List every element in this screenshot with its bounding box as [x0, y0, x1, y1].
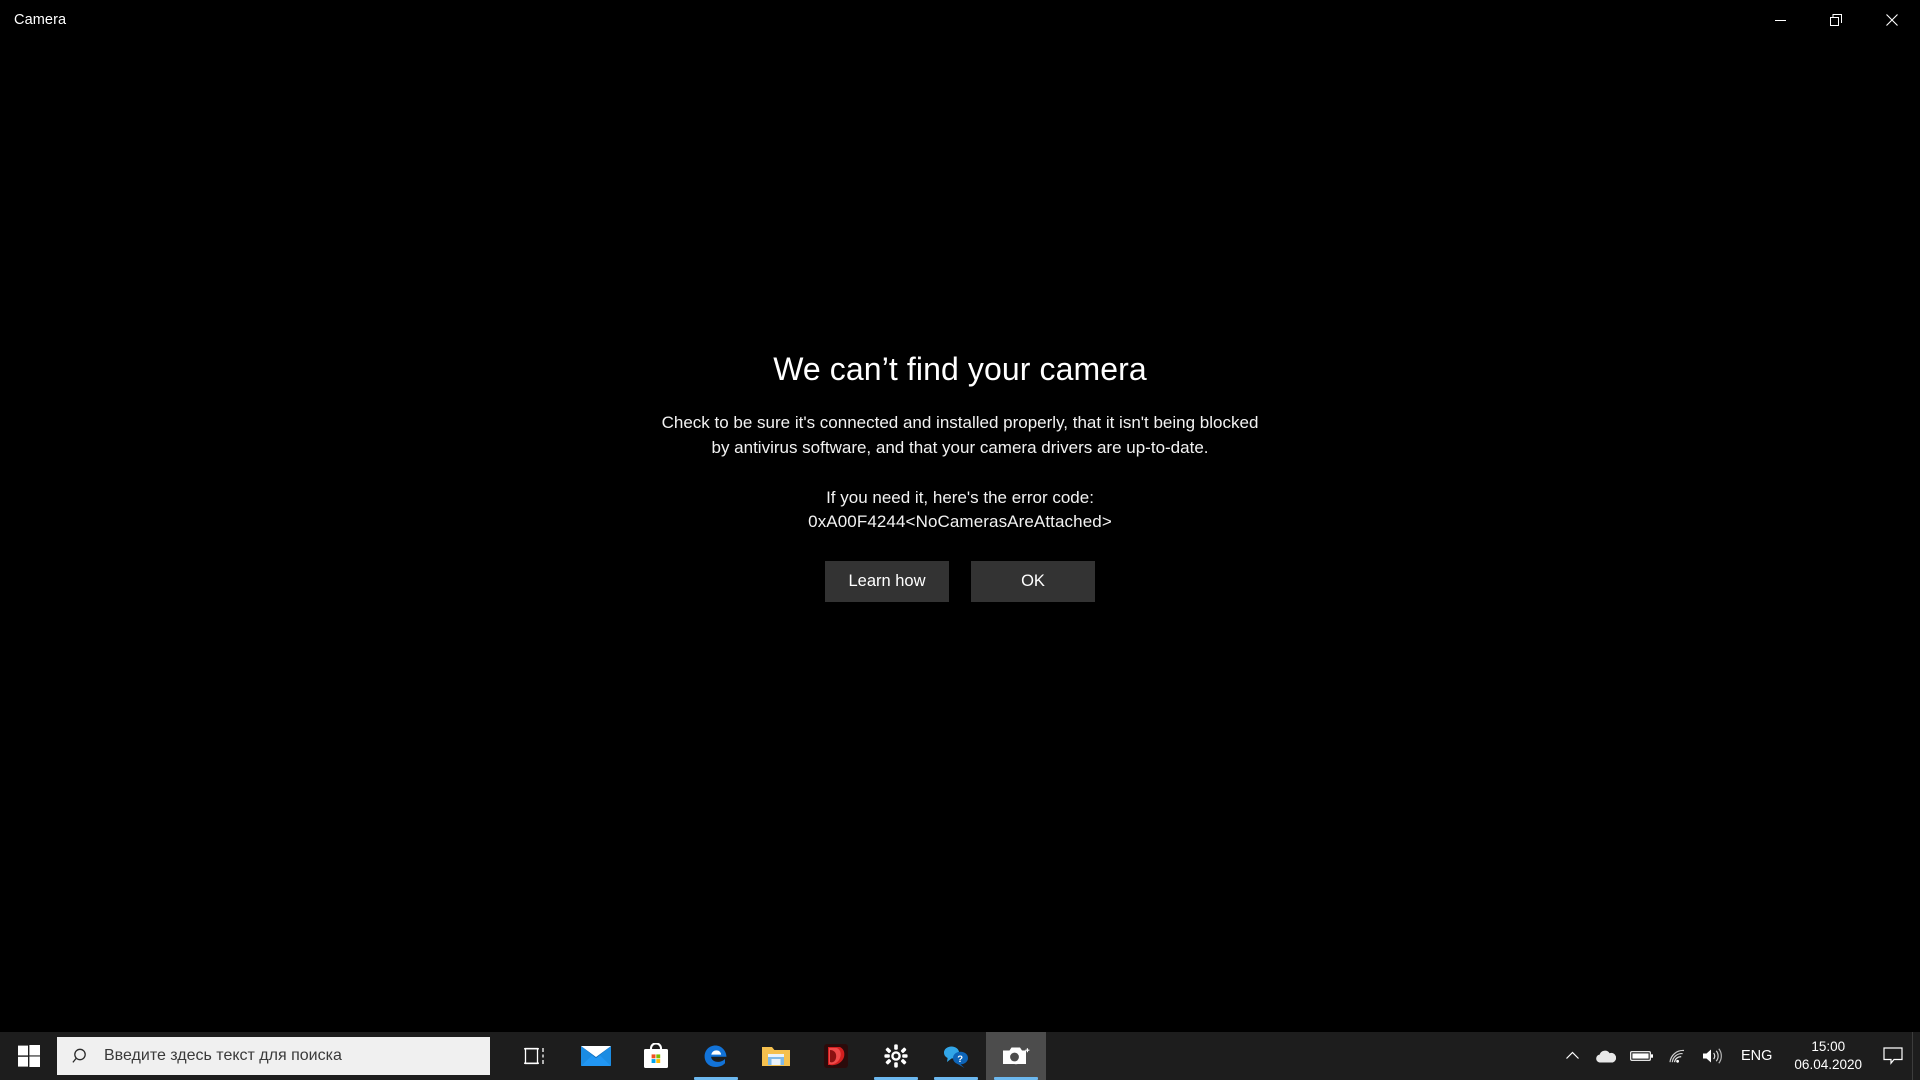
start-button[interactable] [0, 1032, 57, 1080]
error-description: Check to be sure it's connected and inst… [640, 411, 1280, 460]
tray-language-indicator[interactable]: ENG [1731, 1032, 1782, 1080]
edge-icon [704, 1045, 727, 1067]
taskbar-item-camera[interactable] [986, 1032, 1046, 1080]
taskbar-item-store[interactable] [626, 1032, 686, 1080]
svg-text:?: ? [957, 1054, 963, 1065]
task-view-button[interactable] [506, 1032, 566, 1080]
error-description-line-2: by antivirus software, and that your cam… [711, 438, 1209, 458]
search-input[interactable]: Введите здесь текст для поиска [104, 1047, 342, 1065]
wifi-icon [1669, 1049, 1685, 1063]
taskbar-item-mail[interactable] [566, 1032, 626, 1080]
tray-battery[interactable] [1623, 1032, 1661, 1080]
speaker-icon [1703, 1048, 1722, 1064]
error-code-intro: If you need it, here's the error code: [826, 487, 1094, 507]
action-center-button[interactable] [1874, 1032, 1912, 1080]
taskbar-item-edge[interactable] [686, 1032, 746, 1080]
mail-icon [581, 1046, 611, 1066]
task-view-icon [524, 1047, 544, 1065]
system-tray: ENG 15:00 06.04.2020 [1558, 1032, 1920, 1080]
taskbar-app-icons: ? [506, 1032, 1046, 1080]
error-dialog-content: We can’t find your camera Check to be su… [580, 350, 1340, 602]
camera-icon [1003, 1047, 1030, 1064]
taskbar-item-file-explorer[interactable] [746, 1032, 806, 1080]
taskbar-search-box[interactable]: Введите здесь текст для поиска [57, 1037, 490, 1075]
screen: Camera We can’t find your camera Check t… [0, 0, 1920, 1080]
error-description-line-1: Check to be sure it's connected and inst… [661, 413, 1259, 433]
battery-icon [1630, 1051, 1653, 1061]
tray-show-hidden-icons[interactable] [1558, 1032, 1587, 1080]
clock-date: 06.04.2020 [1794, 1057, 1862, 1072]
clock-time: 15:00 [1811, 1038, 1846, 1054]
camera-app-window: Camera We can’t find your camera Check t… [0, 0, 1920, 1032]
gear-icon [884, 1044, 908, 1068]
learn-how-button[interactable]: Learn how [825, 560, 949, 602]
folder-icon [762, 1046, 790, 1066]
error-heading: We can’t find your camera [773, 351, 1147, 388]
taskbar-item-media-player[interactable] [806, 1032, 866, 1080]
taskbar-item-settings[interactable] [866, 1032, 926, 1080]
chevron-up-icon [1566, 1051, 1579, 1059]
store-icon [644, 1043, 668, 1068]
error-code-block: If you need it, here's the error code: 0… [580, 486, 1340, 535]
notification-bubble-icon [1883, 1047, 1903, 1065]
cloud-icon [1596, 1050, 1616, 1062]
tray-volume[interactable] [1695, 1032, 1731, 1080]
get-help-icon: ? [943, 1046, 968, 1068]
search-icon [72, 1047, 91, 1066]
error-dialog-buttons: Learn how OK [580, 560, 1340, 602]
taskbar: Введите здесь текст для поиска ? ENG 15:… [0, 1032, 1920, 1080]
taskbar-item-get-help[interactable]: ? [926, 1032, 986, 1080]
tray-onedrive[interactable] [1587, 1032, 1623, 1080]
camera-error-dialog: We can’t find your camera Check to be su… [0, 0, 1920, 1032]
ok-button[interactable]: OK [971, 560, 1095, 602]
show-desktop-button[interactable] [1912, 1032, 1920, 1080]
tray-network[interactable] [1661, 1032, 1695, 1080]
media-player-icon [824, 1044, 848, 1068]
windows-logo-icon [17, 1045, 40, 1067]
tray-clock[interactable]: 15:00 06.04.2020 [1782, 1032, 1874, 1080]
error-code-value: 0xA00F4244<NoCamerasAreAttached> [808, 512, 1112, 532]
